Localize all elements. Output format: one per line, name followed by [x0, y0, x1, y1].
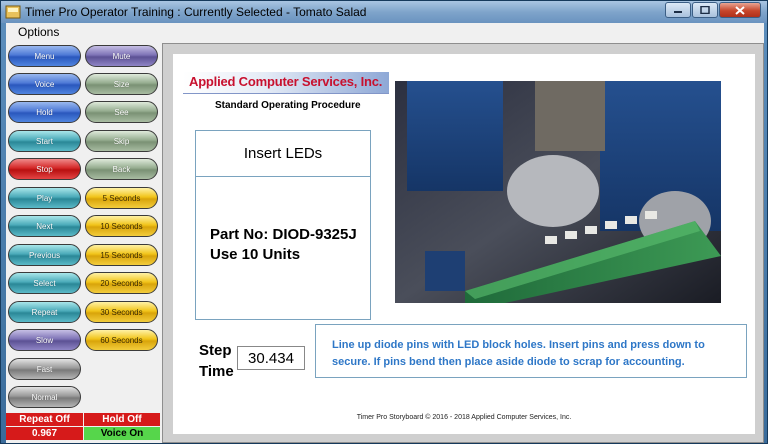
close-icon: [735, 5, 745, 15]
mute-button[interactable]: Mute: [85, 45, 158, 67]
fast-button[interactable]: Fast: [8, 358, 81, 380]
voice-button[interactable]: Voice: [8, 73, 81, 95]
client-area: Options Menu Mute Voice Size Hold See St…: [6, 23, 764, 443]
copyright-footer: Timer Pro Storyboard © 2016 - 2018 Appli…: [356, 414, 572, 421]
part-number: Part No: DIOD-9325J: [210, 226, 357, 243]
menu-button[interactable]: Menu: [8, 45, 81, 67]
5-seconds-button[interactable]: 5 Seconds: [85, 187, 158, 209]
company-logo: Applied Computer Services, Inc.: [183, 72, 389, 94]
menu-options[interactable]: Options: [6, 23, 69, 42]
hold-status: Hold Off: [84, 413, 160, 426]
control-panel: Menu Mute Voice Size Hold See Start Skip…: [6, 42, 160, 443]
maximize-icon: [700, 6, 710, 14]
step-time-value: 30.434: [237, 346, 305, 370]
back-button[interactable]: Back: [85, 158, 158, 180]
menu-bar: Options: [6, 23, 764, 42]
title-bar: Timer Pro Operator Training : Currently …: [1, 1, 767, 23]
sop-page: Applied Computer Services, Inc. Standard…: [173, 54, 755, 434]
minimize-icon: [674, 11, 682, 13]
instruction-line-1: Line up diode pins with LED block holes.…: [332, 339, 705, 351]
assembly-photo-image: [395, 81, 721, 303]
window-controls: [665, 2, 761, 18]
30-seconds-button[interactable]: 30 Seconds: [85, 301, 158, 323]
repeat-status: Repeat Off: [6, 413, 83, 426]
play-button[interactable]: Play: [8, 187, 81, 209]
step-photo: [395, 81, 721, 303]
skip-button[interactable]: Skip: [85, 130, 158, 152]
minimize-button[interactable]: [665, 2, 691, 18]
hold-button[interactable]: Hold: [8, 101, 81, 123]
step-title: Insert LEDs: [196, 131, 370, 177]
unit-count: Use 10 Units: [210, 246, 301, 263]
repeat-button[interactable]: Repeat: [8, 301, 81, 323]
sop-subtitle: Standard Operating Procedure: [215, 100, 361, 111]
company-name: Applied Computer Services, Inc.: [189, 74, 383, 89]
stop-button[interactable]: Stop: [8, 158, 81, 180]
previous-button[interactable]: Previous: [8, 244, 81, 266]
voice-status: Voice On: [84, 427, 160, 440]
storyboard-frame: Applied Computer Services, Inc. Standard…: [162, 43, 764, 443]
10-seconds-button[interactable]: 10 Seconds: [85, 215, 158, 237]
maximize-button[interactable]: [692, 2, 718, 18]
see-button[interactable]: See: [85, 101, 158, 123]
step-time-label: Step Time: [199, 342, 234, 380]
speed-readout: 0.967: [6, 427, 83, 440]
select-button[interactable]: Select: [8, 272, 81, 294]
60-seconds-button[interactable]: 60 Seconds: [85, 329, 158, 351]
window-title: Timer Pro Operator Training : Currently …: [25, 5, 367, 19]
app-window: Timer Pro Operator Training : Currently …: [0, 0, 768, 444]
normal-button[interactable]: Normal: [8, 386, 81, 408]
20-seconds-button[interactable]: 20 Seconds: [85, 272, 158, 294]
close-button[interactable]: [719, 2, 761, 18]
instruction-line-2: secure. If pins bend then place aside di…: [332, 356, 685, 368]
slow-button[interactable]: Slow: [8, 329, 81, 351]
app-icon: [5, 5, 21, 19]
size-button[interactable]: Size: [85, 73, 158, 95]
step-info-box: Insert LEDs Part No: DIOD-9325J Use 10 U…: [195, 130, 371, 320]
15-seconds-button[interactable]: 15 Seconds: [85, 244, 158, 266]
part-info: Part No: DIOD-9325J Use 10 Units: [210, 225, 357, 265]
start-button[interactable]: Start: [8, 130, 81, 152]
next-button[interactable]: Next: [8, 215, 81, 237]
instruction-box: Line up diode pins with LED block holes.…: [315, 324, 747, 378]
